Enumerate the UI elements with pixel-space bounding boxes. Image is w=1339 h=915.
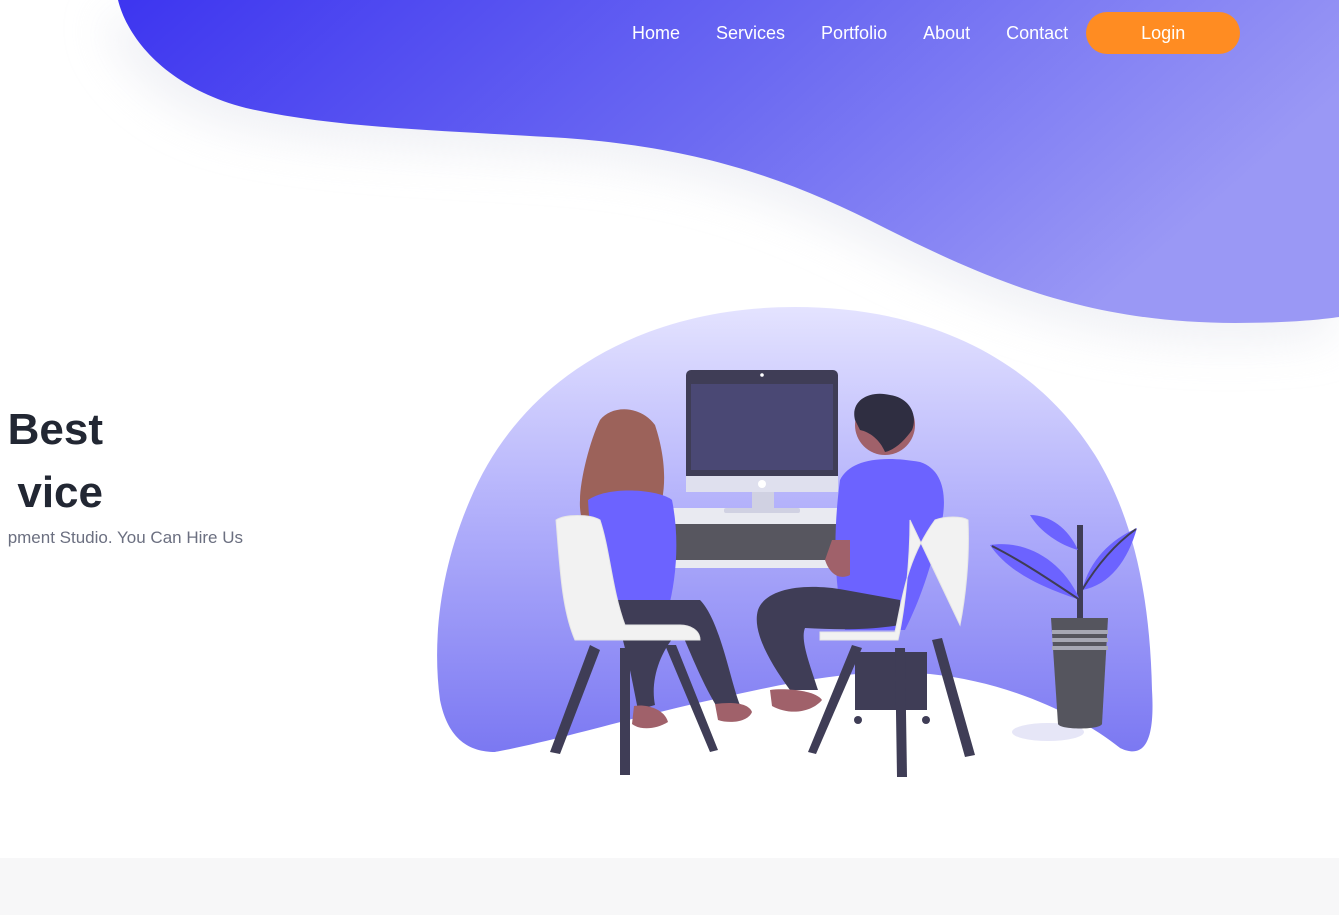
- nav-about-link[interactable]: About: [905, 12, 988, 54]
- two-people-at-computer-illustration: [437, 307, 1153, 790]
- nav-services-link[interactable]: Services: [698, 12, 803, 54]
- nav-contact-link[interactable]: Contact: [988, 12, 1086, 54]
- hero-title-line-1: Best: [7, 405, 103, 454]
- login-button[interactable]: Login: [1086, 12, 1241, 54]
- nav-portfolio-link[interactable]: Portfolio: [803, 12, 905, 54]
- nav-home-link[interactable]: Home: [614, 12, 698, 54]
- hero-title: Best vice: [8, 398, 103, 524]
- hero-title-line-2: vice: [17, 468, 103, 517]
- next-section-strip: [0, 858, 1339, 915]
- landing-page: Home Services Portfolio About Contact Lo…: [0, 0, 1339, 915]
- hero-subtitle: pment Studio. You Can Hire Us: [7, 528, 243, 547]
- main-nav: Home Services Portfolio About Contact Lo…: [614, 12, 1241, 54]
